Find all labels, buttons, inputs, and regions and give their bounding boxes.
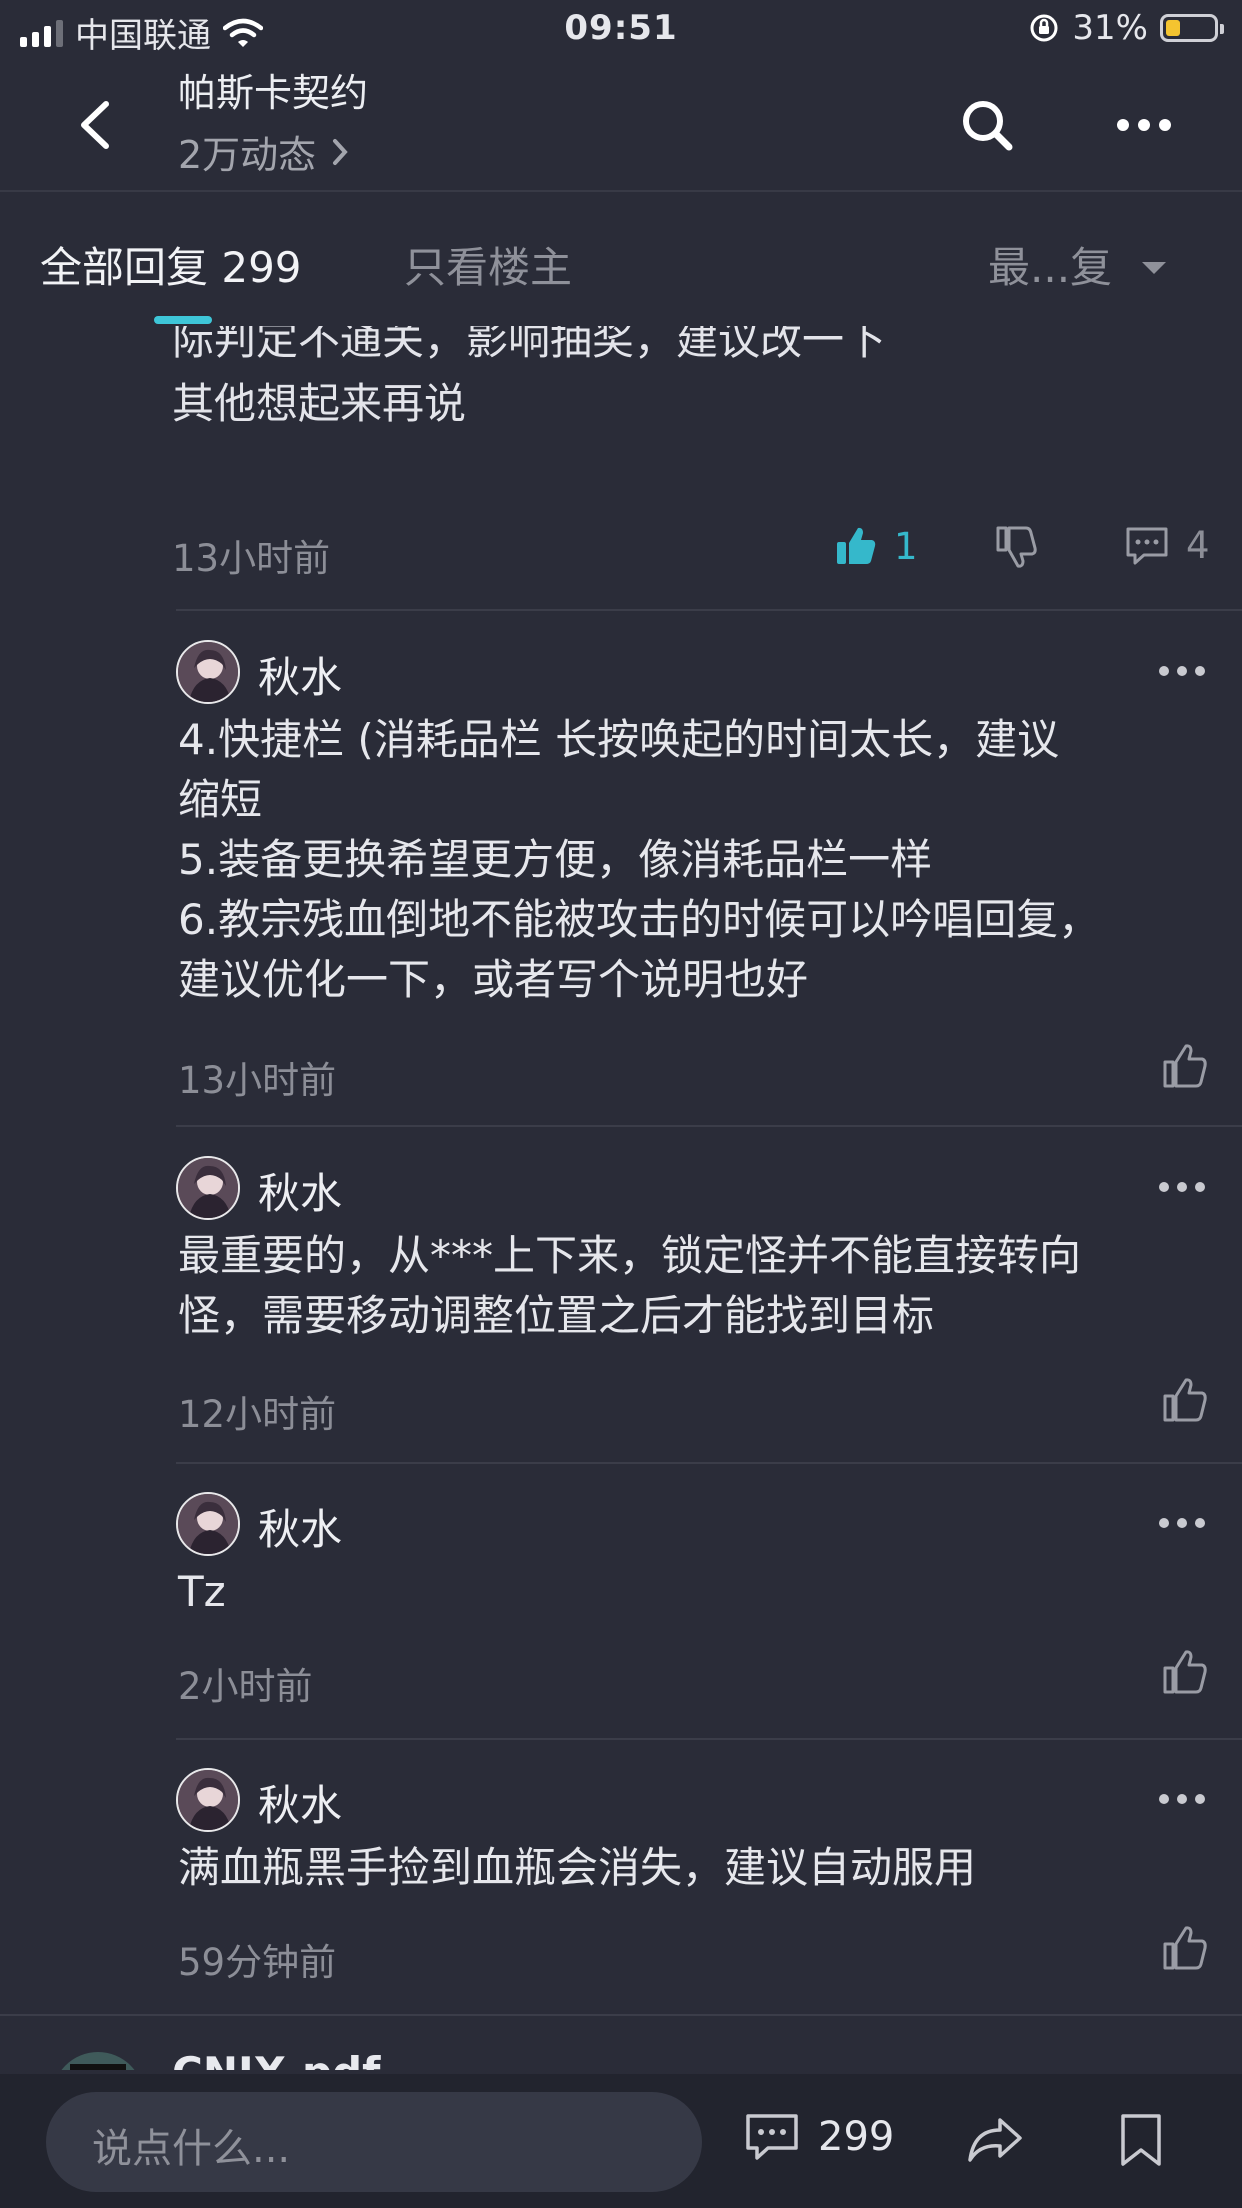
bottom-bar: 说点什么... 299	[0, 2074, 1242, 2208]
sub-reply: 秋水 Tz 2小时前	[176, 1492, 1207, 1738]
like-count: 1	[894, 524, 918, 568]
tab-op-only[interactable]: 只看楼主	[404, 234, 572, 295]
username[interactable]: CNIX.pdf	[172, 2048, 380, 2070]
text-line: Tz	[178, 1567, 226, 1616]
username[interactable]: 秋水	[258, 1496, 342, 1557]
text-line: 际判定不通关，影响抽奖，建议改一下	[172, 326, 887, 364]
sort-dropdown[interactable]: 最...复	[988, 234, 1167, 295]
reply-time: 12小时前	[178, 1393, 337, 1436]
post-time: 13小时前	[172, 537, 331, 580]
like-button[interactable]: 1	[834, 524, 918, 568]
more-icon[interactable]	[1158, 1792, 1206, 1806]
comment-total: 299	[818, 2114, 895, 2160]
post-count-label: 2万动态	[178, 133, 317, 177]
avatar[interactable]	[176, 640, 240, 704]
back-arrow-icon[interactable]	[72, 98, 122, 152]
forum-subtitle[interactable]: 2万动态	[178, 124, 350, 179]
divider	[0, 2014, 1242, 2016]
text-line: 6.教宗残血倒地不能被攻击的时候可以吟唱回复，	[178, 895, 1101, 944]
status-right: 31%	[1028, 8, 1224, 48]
comment-button[interactable]: 4	[1124, 524, 1210, 567]
text-line: 其他想起来再说	[172, 379, 467, 428]
divider	[176, 1125, 1242, 1127]
reply-time: 59分钟前	[178, 1941, 337, 1984]
thumbs-down-icon	[996, 526, 1037, 568]
thumbs-up-icon[interactable]	[1160, 1040, 1210, 1090]
avatar[interactable]	[176, 1156, 240, 1220]
divider	[176, 1738, 1242, 1740]
reply-body: 4.快捷栏 (消耗品栏 长按唤起的时间太长，建议 缩短 5.装备更换希望更方便，…	[178, 710, 1198, 1010]
avatar[interactable]	[176, 1492, 240, 1556]
reply-body: 满血瓶黑手捡到血瓶会消失，建议自动服用	[178, 1838, 1198, 1898]
more-icon[interactable]	[1158, 664, 1206, 678]
more-icon[interactable]	[1158, 1516, 1206, 1530]
rotation-lock-icon	[1030, 14, 1058, 42]
sort-label: 最...复	[988, 243, 1113, 292]
previous-post-actions: 13小时前 1 4	[0, 524, 1242, 584]
username[interactable]: 秋水	[258, 1772, 342, 1833]
forum-title[interactable]: 帕斯卡契约	[178, 62, 368, 117]
share-icon[interactable]	[966, 2114, 1024, 2166]
reply-list[interactable]: 际判定不通关，影响抽奖，建议改一下 其他想起来再说 13小时前 1 4 秋水 4…	[0, 326, 1242, 2070]
text-line: 怪，需要移动调整位置之后才能找到目标	[178, 1291, 935, 1340]
reply-time: 13小时前	[178, 1059, 337, 1102]
sub-reply: 秋水 4.快捷栏 (消耗品栏 长按唤起的时间太长，建议 缩短 5.装备更换希望更…	[176, 640, 1207, 1124]
bookmark-icon[interactable]	[1118, 2112, 1164, 2168]
thumbs-up-icon[interactable]	[1160, 1922, 1210, 1972]
battery-percent: 31%	[1072, 8, 1148, 48]
avatar[interactable]	[176, 1768, 240, 1832]
more-icon[interactable]	[1158, 1180, 1206, 1194]
battery-icon	[1160, 14, 1224, 42]
text-line: 5.装备更换希望更方便，像消耗品栏一样	[178, 835, 933, 884]
text-line: 4.快捷栏 (消耗品栏 长按唤起的时间太长，建议	[178, 715, 1060, 764]
chevron-right-icon	[333, 138, 348, 165]
username[interactable]: 秋水	[258, 1160, 342, 1221]
avatar[interactable]	[50, 2050, 150, 2070]
comment-icon	[1126, 527, 1168, 564]
comment-count: 4	[1186, 524, 1210, 567]
nav-bar: 帕斯卡契约 2万动态	[0, 62, 1242, 190]
dislike-button[interactable]	[994, 524, 1040, 570]
more-icon[interactable]	[1114, 98, 1174, 152]
username[interactable]: 秋水	[258, 644, 342, 705]
reply-time: 2小时前	[178, 1665, 313, 1708]
text-line: 最重要的，从***上下来，锁定怪并不能直接转向	[178, 1231, 1082, 1280]
dropdown-triangle-icon	[1142, 261, 1167, 274]
text-line: 满血瓶黑手捡到血瓶会消失，建议自动服用	[178, 1843, 977, 1892]
previous-post-text: 际判定不通关，影响抽奖，建议改一下 其他想起来再说	[172, 326, 886, 436]
comment-icon	[746, 2114, 798, 2160]
input-placeholder: 说点什么...	[92, 2126, 291, 2172]
thumbs-up-icon[interactable]	[1160, 1374, 1210, 1424]
divider	[176, 1462, 1242, 1464]
tab-all-replies[interactable]: 全部回复 299	[40, 234, 302, 295]
comment-input[interactable]: 说点什么...	[46, 2092, 702, 2192]
comments-button[interactable]: 299	[744, 2112, 894, 2162]
reply-tabs: 全部回复 299 只看楼主 最...复	[0, 192, 1242, 326]
text-line: 缩短	[178, 775, 263, 824]
tab-active-indicator	[154, 316, 212, 324]
status-bar: 中国联通 09:51 31%	[0, 0, 1242, 62]
reply-body: 最重要的，从***上下来，锁定怪并不能直接转向 怪，需要移动调整位置之后才能找到…	[178, 1226, 1198, 1346]
divider	[176, 609, 1242, 611]
sub-reply: 秋水 满血瓶黑手捡到血瓶会消失，建议自动服用 59分钟前	[176, 1768, 1207, 2014]
reply-body: Tz	[178, 1562, 1198, 1622]
text-line: 建议优化一下，或者写个说明也好	[178, 955, 809, 1004]
search-icon[interactable]	[960, 98, 1014, 152]
thumbs-up-icon[interactable]	[1160, 1646, 1210, 1696]
sub-reply: 秋水 最重要的，从***上下来，锁定怪并不能直接转向 怪，需要移动调整位置之后才…	[176, 1156, 1207, 1462]
thumbs-up-icon	[837, 527, 876, 564]
